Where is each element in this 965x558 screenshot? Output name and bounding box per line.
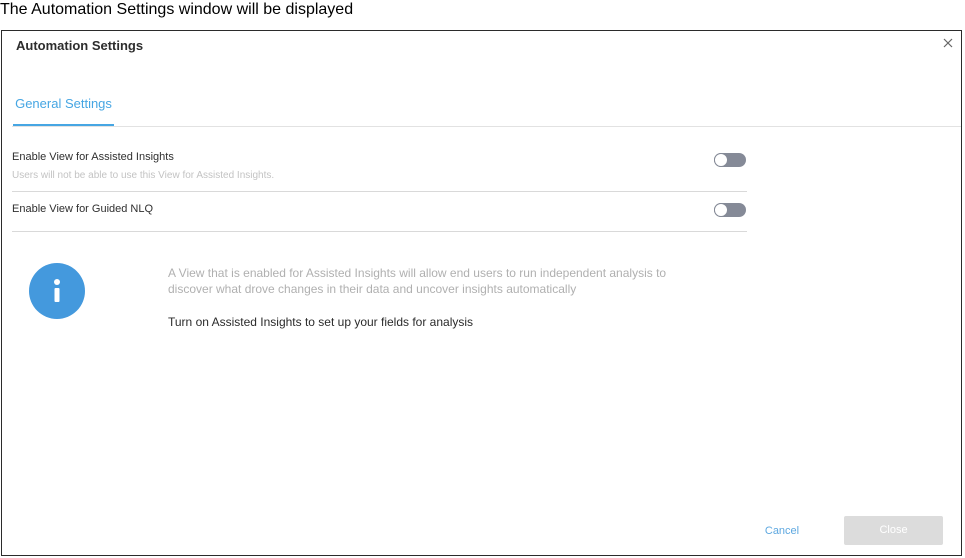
page-caption: The Automation Settings window will be d… [0,1,354,18]
assisted-insights-description: Users will not be able to use this View … [12,170,275,181]
row-divider [12,191,747,192]
cancel-button[interactable]: Cancel [754,519,810,544]
info-text-line1: A View that is enabled for Assisted Insi… [168,266,667,280]
close-button[interactable]: Close [844,516,943,545]
tab-general-settings[interactable]: General Settings [13,93,114,127]
guided-nlq-label: Enable View for Guided NLQ [12,203,154,215]
guided-nlq-toggle[interactable] [714,203,746,217]
toggle-knob [714,153,728,167]
assisted-insights-label: Enable View for Assisted Insights [12,151,174,163]
dialog-title: Automation Settings [16,38,144,53]
row-divider [12,231,747,232]
info-icon [29,263,85,319]
tab-divider [12,126,961,127]
info-call-to-action: Turn on Assisted Insights to set up your… [168,315,474,329]
toggle-knob [714,203,728,217]
close-icon[interactable] [941,36,955,50]
automation-settings-dialog: Automation Settings General Settings Ena… [1,30,962,556]
assisted-insights-toggle[interactable] [714,153,746,167]
info-text-line2: discover what drove changes in their dat… [168,282,577,296]
